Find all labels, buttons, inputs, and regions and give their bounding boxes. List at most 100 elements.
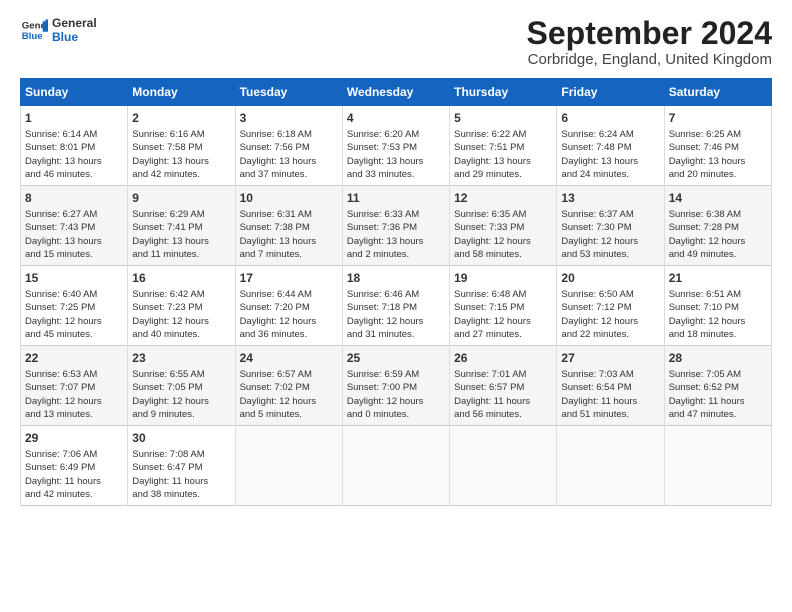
page-title: September 2024	[527, 16, 772, 51]
page-subtitle: Corbridge, England, United Kingdom	[527, 51, 772, 68]
day-number: 26	[454, 350, 552, 367]
cell-info: Daylight: 13 hours	[132, 155, 230, 168]
cell-info: Sunrise: 6:25 AM	[669, 128, 767, 141]
col-saturday: Saturday	[664, 79, 771, 106]
day-number: 1	[25, 110, 123, 127]
logo: General Blue General Blue	[20, 16, 97, 44]
cell-info: Sunset: 6:49 PM	[25, 461, 123, 474]
cell-info: Daylight: 12 hours	[25, 395, 123, 408]
day-number: 2	[132, 110, 230, 127]
cell-info: Sunrise: 6:37 AM	[561, 208, 659, 221]
cell-info: Sunset: 7:58 PM	[132, 141, 230, 154]
cell-info: Daylight: 12 hours	[454, 315, 552, 328]
cell-info: Sunset: 7:38 PM	[240, 221, 338, 234]
cell-info: and 49 minutes.	[669, 248, 767, 261]
cell-info: Sunrise: 6:48 AM	[454, 288, 552, 301]
cell-info: and 33 minutes.	[347, 168, 445, 181]
calendar-week-row: 29Sunrise: 7:06 AMSunset: 6:49 PM Dayligh…	[21, 426, 772, 506]
cell-info: Sunrise: 6:38 AM	[669, 208, 767, 221]
cell-info: and 29 minutes.	[454, 168, 552, 181]
logo-line1: General	[52, 16, 97, 30]
cell-info: Sunrise: 6:44 AM	[240, 288, 338, 301]
cell-info: Sunrise: 6:57 AM	[240, 368, 338, 381]
cell-info: Daylight: 12 hours	[561, 315, 659, 328]
title-block: September 2024 Corbridge, England, Unite…	[527, 16, 772, 68]
cell-info: and 11 minutes.	[132, 248, 230, 261]
cell-info: and 42 minutes.	[25, 488, 123, 501]
cell-info: and 42 minutes.	[132, 168, 230, 181]
calendar-table: Sunday Monday Tuesday Wednesday Thursday…	[20, 78, 772, 506]
cell-info: and 40 minutes.	[132, 328, 230, 341]
cell-info: Daylight: 12 hours	[454, 235, 552, 248]
cell-info: and 58 minutes.	[454, 248, 552, 261]
cell-info: and 31 minutes.	[347, 328, 445, 341]
cell-info: and 15 minutes.	[25, 248, 123, 261]
cell-info: Sunrise: 6:31 AM	[240, 208, 338, 221]
day-number: 9	[132, 190, 230, 207]
cell-info: and 37 minutes.	[240, 168, 338, 181]
cell-info: Sunrise: 6:42 AM	[132, 288, 230, 301]
cell-info: Sunset: 7:28 PM	[669, 221, 767, 234]
day-number: 25	[347, 350, 445, 367]
calendar-cell: 21Sunrise: 6:51 AMSunset: 7:10 PMDayligh…	[664, 266, 771, 346]
cell-info: Sunrise: 6:24 AM	[561, 128, 659, 141]
cell-info: Daylight: 12 hours	[347, 315, 445, 328]
calendar-cell: 10Sunrise: 6:31 AMSunset: 7:38 PMDayligh…	[235, 186, 342, 266]
col-tuesday: Tuesday	[235, 79, 342, 106]
calendar-cell	[235, 426, 342, 506]
cell-info: Sunset: 7:10 PM	[669, 301, 767, 314]
col-thursday: Thursday	[450, 79, 557, 106]
cell-info: Sunrise: 6:35 AM	[454, 208, 552, 221]
page-container: General Blue General Blue September 2024…	[0, 0, 792, 516]
cell-info: Daylight: 11 hours	[132, 475, 230, 488]
calendar-cell	[664, 426, 771, 506]
cell-info: and 7 minutes.	[240, 248, 338, 261]
day-number: 29	[25, 430, 123, 447]
cell-info: and 0 minutes.	[347, 408, 445, 421]
calendar-cell	[557, 426, 664, 506]
day-number: 24	[240, 350, 338, 367]
logo-icon: General Blue	[20, 16, 48, 44]
calendar-week-row: 8Sunrise: 6:27 AMSunset: 7:43 PMDaylight…	[21, 186, 772, 266]
day-number: 3	[240, 110, 338, 127]
day-number: 28	[669, 350, 767, 367]
day-number: 11	[347, 190, 445, 207]
cell-info: Sunset: 7:00 PM	[347, 381, 445, 394]
header: General Blue General Blue September 2024…	[20, 16, 772, 68]
cell-info: Sunset: 7:20 PM	[240, 301, 338, 314]
cell-info: Daylight: 12 hours	[347, 395, 445, 408]
cell-info: Sunrise: 6:50 AM	[561, 288, 659, 301]
cell-info: Daylight: 13 hours	[240, 155, 338, 168]
cell-info: Sunrise: 6:27 AM	[25, 208, 123, 221]
cell-info: Sunset: 7:05 PM	[132, 381, 230, 394]
calendar-week-row: 1Sunrise: 6:14 AMSunset: 8:01 PMDaylight…	[21, 106, 772, 186]
cell-info: Sunrise: 6:29 AM	[132, 208, 230, 221]
calendar-cell: 1Sunrise: 6:14 AMSunset: 8:01 PMDaylight…	[21, 106, 128, 186]
cell-info: and 53 minutes.	[561, 248, 659, 261]
cell-info: Daylight: 12 hours	[25, 315, 123, 328]
cell-info: Sunset: 8:01 PM	[25, 141, 123, 154]
calendar-cell: 8Sunrise: 6:27 AMSunset: 7:43 PMDaylight…	[21, 186, 128, 266]
calendar-cell: 15Sunrise: 6:40 AMSunset: 7:25 PMDayligh…	[21, 266, 128, 346]
day-number: 21	[669, 270, 767, 287]
cell-info: Sunset: 7:43 PM	[25, 221, 123, 234]
cell-info: Sunset: 7:25 PM	[25, 301, 123, 314]
calendar-cell: 17Sunrise: 6:44 AMSunset: 7:20 PMDayligh…	[235, 266, 342, 346]
cell-info: Sunset: 7:53 PM	[347, 141, 445, 154]
calendar-cell: 2Sunrise: 6:16 AMSunset: 7:58 PMDaylight…	[128, 106, 235, 186]
cell-info: Sunset: 7:18 PM	[347, 301, 445, 314]
cell-info: Sunrise: 7:06 AM	[25, 448, 123, 461]
cell-info: Daylight: 13 hours	[454, 155, 552, 168]
day-number: 6	[561, 110, 659, 127]
cell-info: Sunset: 7:15 PM	[454, 301, 552, 314]
calendar-cell: 27Sunrise: 7:03 AMSunset: 6:54 PMDayligh…	[557, 346, 664, 426]
cell-info: Daylight: 12 hours	[132, 395, 230, 408]
cell-info: Daylight: 12 hours	[561, 235, 659, 248]
cell-info: Sunset: 6:47 PM	[132, 461, 230, 474]
cell-info: and 13 minutes.	[25, 408, 123, 421]
cell-info: Sunrise: 6:51 AM	[669, 288, 767, 301]
calendar-cell: 14Sunrise: 6:38 AMSunset: 7:28 PMDayligh…	[664, 186, 771, 266]
calendar-cell: 11Sunrise: 6:33 AMSunset: 7:36 PMDayligh…	[342, 186, 449, 266]
calendar-cell: 18Sunrise: 6:46 AMSunset: 7:18 PMDayligh…	[342, 266, 449, 346]
day-number: 27	[561, 350, 659, 367]
